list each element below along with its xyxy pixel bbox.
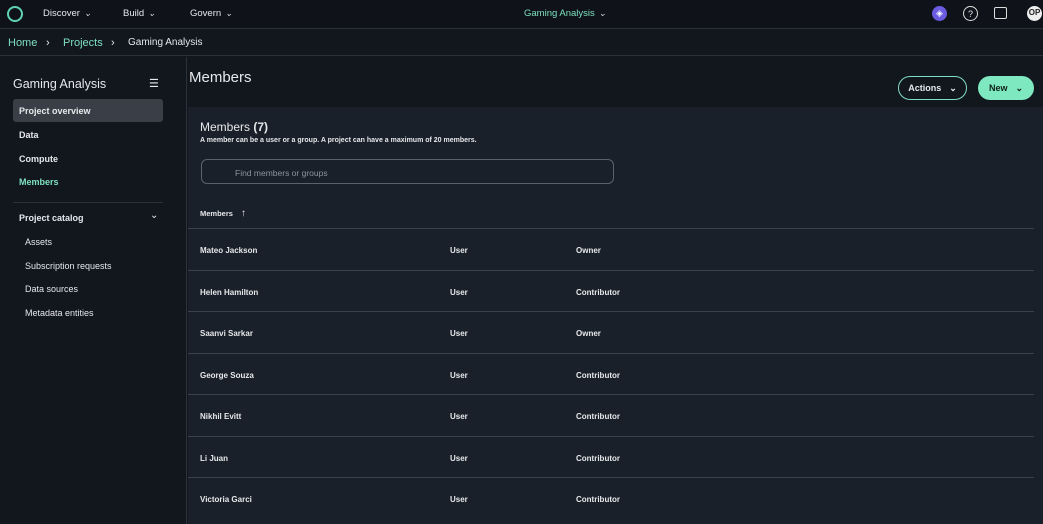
member-count: (7) bbox=[253, 120, 269, 134]
search-input[interactable]: Find members or groups bbox=[201, 159, 614, 184]
nav-build[interactable]: Build ⌄ bbox=[123, 8, 156, 19]
table-row[interactable]: Nikhil Evitt User Contributor bbox=[188, 394, 1034, 436]
table-row[interactable]: Victoria Garci User Contributor bbox=[188, 477, 1034, 519]
help-icon[interactable]: ? bbox=[963, 6, 978, 21]
chevron-down-icon: ⌄ bbox=[949, 82, 957, 93]
project-selector[interactable]: Gaming Analysis ⌄ bbox=[524, 8, 606, 19]
app-logo-icon[interactable] bbox=[7, 6, 23, 22]
search-placeholder: Find members or groups bbox=[235, 168, 328, 178]
nav-label: Build bbox=[123, 8, 145, 19]
member-type: User bbox=[450, 246, 468, 255]
sidebar-item-metadata[interactable]: Metadata entities bbox=[25, 308, 94, 318]
table-row[interactable]: Li Juan User Contributor bbox=[188, 435, 1034, 478]
table-row[interactable]: Mateo Jackson User Owner bbox=[188, 228, 1034, 270]
member-type: User bbox=[450, 453, 468, 463]
actions-label: Actions bbox=[908, 83, 942, 93]
chevron-down-icon: ⌄ bbox=[148, 8, 156, 18]
member-name: Li Juan bbox=[200, 453, 229, 463]
avatar[interactable]: OP bbox=[1027, 6, 1042, 21]
assistant-icon[interactable]: ◈ bbox=[932, 6, 947, 21]
breadcrumb-projects[interactable]: Projects bbox=[63, 37, 103, 49]
collapse-icon[interactable]: ☰ bbox=[149, 77, 159, 90]
page-title: Members bbox=[189, 69, 252, 86]
nav-govern[interactable]: Govern ⌄ bbox=[190, 8, 233, 19]
new-label: New bbox=[988, 83, 1008, 93]
member-name: George Souza bbox=[200, 370, 254, 380]
member-type: User bbox=[450, 287, 468, 297]
member-name: Mateo Jackson bbox=[200, 246, 258, 255]
divider bbox=[13, 202, 163, 203]
sidebar-item-compute[interactable]: Compute bbox=[19, 154, 58, 164]
member-role: Contributor bbox=[576, 370, 620, 380]
sidebar-title: Gaming Analysis bbox=[13, 77, 107, 91]
chevron-down-icon: ⌄ bbox=[83, 8, 92, 18]
sidebar-catalog-toggle[interactable]: Project catalog bbox=[19, 213, 84, 223]
chevron-down-icon: ⌄ bbox=[1015, 82, 1024, 93]
member-type: User bbox=[450, 412, 468, 421]
nav-label: Discover bbox=[43, 8, 80, 19]
member-role: Owner bbox=[576, 246, 601, 255]
member-role: Owner bbox=[576, 329, 601, 338]
member-role: Contributor bbox=[576, 495, 620, 504]
member-name: Nikhil Evitt bbox=[200, 412, 242, 421]
chevron-right-icon: › bbox=[46, 37, 50, 49]
column-label: Members bbox=[200, 209, 233, 218]
chevron-down-icon: ⌄ bbox=[225, 8, 233, 18]
sidebar-item-label: Project overview bbox=[19, 106, 91, 116]
member-type: User bbox=[450, 495, 468, 504]
member-role: Contributor bbox=[576, 412, 620, 421]
top-nav: Discover ⌄ Build ⌄ Govern ⌄ Gaming Analysis… bbox=[0, 0, 1043, 29]
sidebar: Gaming Analysis ☰ Project overview Data … bbox=[0, 57, 187, 524]
breadcrumb: Home › Projects › Gaming Analysis bbox=[0, 30, 1043, 56]
sidebar-item-members[interactable]: Members bbox=[19, 177, 59, 187]
column-header-members[interactable]: Members ↑ bbox=[200, 208, 246, 219]
breadcrumb-home[interactable]: Home bbox=[8, 37, 37, 49]
feedback-icon[interactable] bbox=[994, 7, 1007, 19]
member-role: Contributor bbox=[576, 453, 620, 463]
nav-discover[interactable]: Discover ⌄ bbox=[43, 8, 92, 19]
chevron-down-icon: ⌄ bbox=[598, 8, 607, 18]
project-label: Gaming Analysis bbox=[524, 8, 595, 19]
actions-button[interactable]: Actions ⌄ bbox=[898, 76, 967, 100]
chevron-right-icon: › bbox=[111, 37, 115, 49]
panel-description: A member can be a user or a group. A pro… bbox=[200, 137, 477, 144]
sort-ascending-icon: ↑ bbox=[241, 208, 247, 219]
member-name: Victoria Garci bbox=[200, 495, 252, 504]
chevron-down-icon: ⌄ bbox=[150, 210, 159, 221]
sidebar-item-data-sources[interactable]: Data sources bbox=[25, 284, 78, 294]
member-name: Helen Hamilton bbox=[200, 287, 259, 297]
breadcrumb-current: Gaming Analysis bbox=[128, 37, 203, 48]
member-type: User bbox=[450, 370, 468, 380]
new-button[interactable]: New ⌄ bbox=[978, 76, 1034, 100]
table-row[interactable]: George Souza User Contributor bbox=[188, 352, 1034, 395]
member-name: Saanvi Sarkar bbox=[200, 329, 253, 338]
members-panel: Members (7) A member can be a user or a … bbox=[188, 107, 1043, 524]
sidebar-item-data[interactable]: Data bbox=[19, 130, 39, 140]
table-row[interactable]: Saanvi Sarkar User Owner bbox=[188, 311, 1034, 353]
member-role: Contributor bbox=[576, 287, 620, 297]
sidebar-item-subscriptions[interactable]: Subscription requests bbox=[25, 261, 112, 271]
nav-label: Govern bbox=[190, 8, 222, 19]
member-type: User bbox=[450, 329, 468, 338]
panel-title: Members bbox=[200, 120, 251, 134]
table-row[interactable]: Helen Hamilton User Contributor bbox=[188, 269, 1034, 312]
sidebar-item-assets[interactable]: Assets bbox=[25, 237, 52, 247]
